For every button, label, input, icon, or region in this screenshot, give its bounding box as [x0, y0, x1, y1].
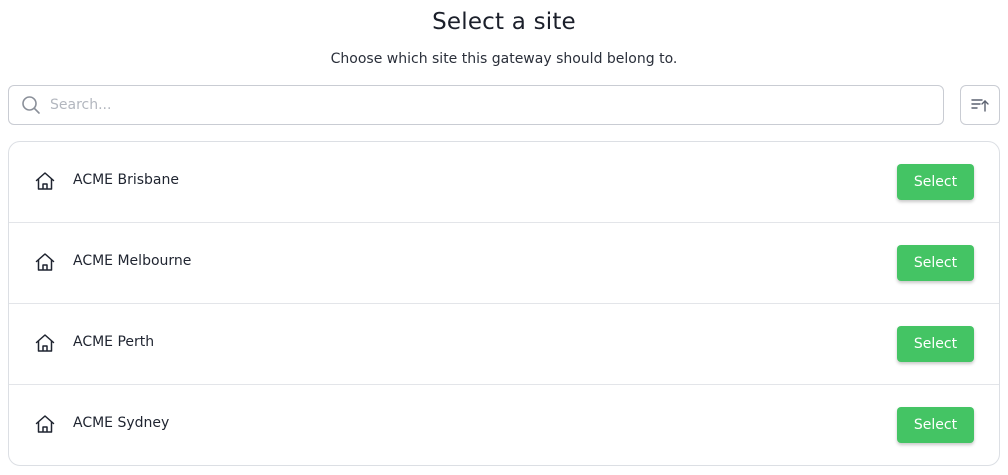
site-name: ACME Melbourne	[73, 253, 192, 269]
site-list: ACME Brisbane Select ACME Melbourne Sele…	[8, 141, 1000, 466]
search-bar[interactable]	[8, 85, 944, 125]
search-icon	[22, 96, 40, 114]
site-row: ACME Melbourne Select	[9, 223, 999, 304]
select-site-button[interactable]: Select	[897, 245, 974, 281]
site-name: ACME Brisbane	[73, 172, 179, 188]
page-subtitle: Choose which site this gateway should be…	[330, 51, 678, 67]
search-input[interactable]	[50, 97, 910, 113]
sort-ascending-icon	[971, 99, 989, 112]
site-row: ACME Brisbane Select	[9, 142, 999, 223]
site-row: ACME Perth Select	[9, 304, 999, 385]
home-icon	[35, 334, 55, 352]
select-site-button[interactable]: Select	[897, 326, 974, 362]
home-icon	[35, 415, 55, 433]
site-name: ACME Sydney	[73, 415, 170, 431]
site-row: ACME Sydney Select	[9, 385, 999, 465]
home-icon	[35, 172, 55, 190]
site-name: ACME Perth	[73, 334, 155, 350]
select-site-button[interactable]: Select	[897, 164, 974, 200]
select-site-button[interactable]: Select	[897, 407, 974, 443]
home-icon	[35, 253, 55, 271]
page-title: Select a site	[432, 9, 576, 35]
sort-button[interactable]	[960, 85, 1000, 125]
site-selector-page: Select a site Choose which site this gat…	[0, 0, 1008, 475]
